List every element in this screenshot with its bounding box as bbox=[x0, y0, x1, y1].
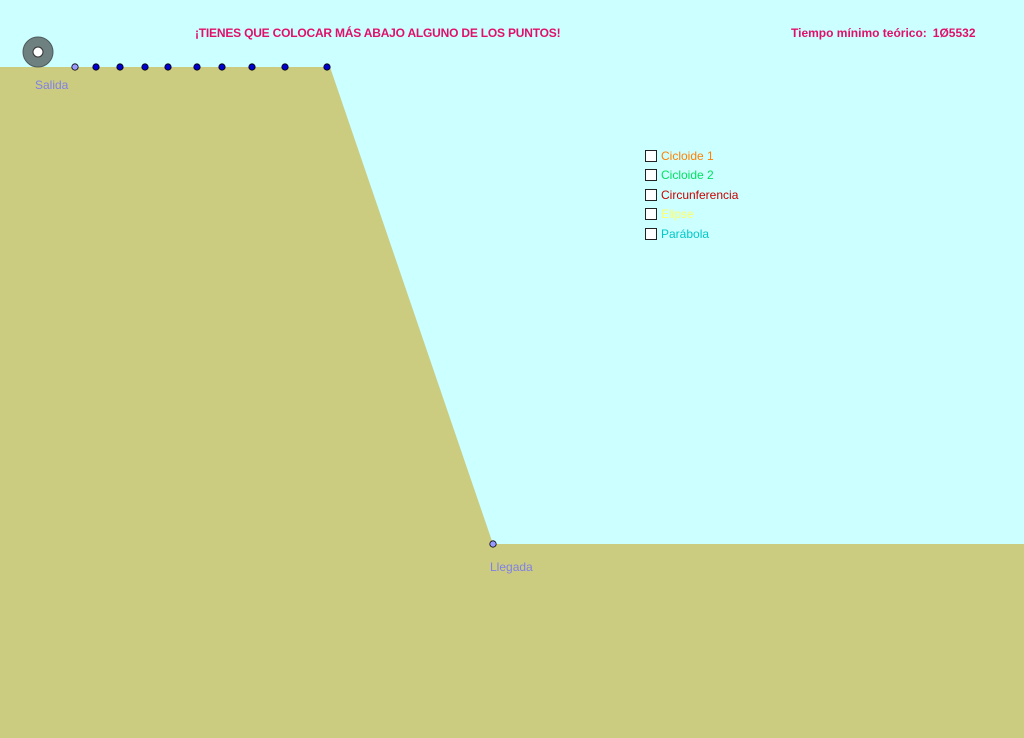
timer-label: Tiempo mínimo teórico: bbox=[791, 26, 927, 40]
control-point-5[interactable] bbox=[193, 63, 201, 71]
control-point-7[interactable] bbox=[248, 63, 256, 71]
curve-label: Cicloide 1 bbox=[661, 148, 714, 163]
control-point-9[interactable] bbox=[323, 63, 331, 71]
curve-toggle-parabola[interactable]: Parábola bbox=[645, 224, 738, 244]
curve-label: Cicloide 2 bbox=[661, 168, 714, 183]
checkbox[interactable] bbox=[645, 208, 657, 221]
curve-label: Parábola bbox=[661, 226, 710, 241]
checkbox[interactable] bbox=[645, 149, 657, 162]
curve-label: Elipse bbox=[661, 207, 694, 222]
control-point-4[interactable] bbox=[164, 63, 172, 71]
curve-toggle-cicloide-2[interactable]: Cicloide 2 bbox=[645, 166, 738, 186]
control-point-3[interactable] bbox=[141, 63, 149, 71]
control-point-8[interactable] bbox=[281, 63, 289, 71]
start-label: Salida bbox=[35, 78, 69, 92]
end-label: Llegada bbox=[490, 560, 533, 574]
curve-toggle-circunferencia[interactable]: Circunferencia bbox=[645, 185, 738, 205]
checkbox[interactable] bbox=[645, 169, 657, 182]
timer-value: 1Ø5532 bbox=[932, 26, 976, 40]
control-point-1[interactable] bbox=[92, 63, 100, 71]
start-point[interactable] bbox=[71, 63, 79, 71]
checkbox[interactable] bbox=[645, 188, 657, 201]
curve-toggle-list: Cicloide 1 Cicloide 2 Circunferencia Eli… bbox=[645, 146, 738, 244]
rolling-ball bbox=[22, 36, 54, 68]
control-point-2[interactable] bbox=[116, 63, 124, 71]
warning-message: ¡TIENES QUE COLOCAR MÁS ABAJO ALGUNO DE … bbox=[195, 26, 561, 40]
theoretical-min-time: Tiempo mínimo teórico: 1Ø5532 bbox=[791, 26, 976, 40]
curve-label: Circunferencia bbox=[661, 187, 739, 202]
checkbox[interactable] bbox=[645, 227, 657, 240]
control-point-6[interactable] bbox=[218, 63, 226, 71]
curve-toggle-cicloide-1[interactable]: Cicloide 1 bbox=[645, 146, 738, 166]
curve-toggle-elipse[interactable]: Elipse bbox=[645, 205, 738, 225]
game-canvas[interactable] bbox=[0, 0, 1024, 738]
end-point[interactable] bbox=[489, 540, 497, 548]
